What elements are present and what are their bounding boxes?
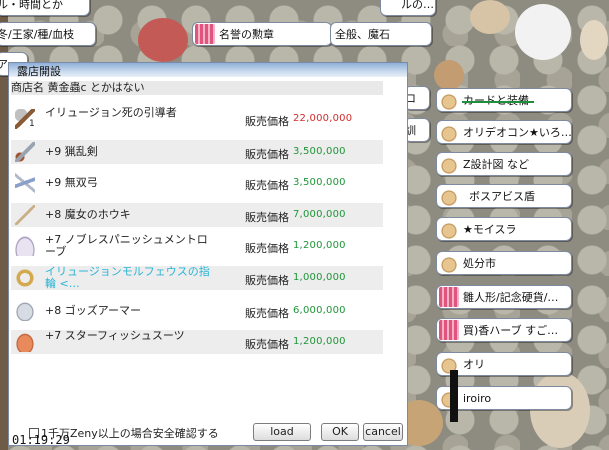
item-price: 6,000,000 <box>293 305 346 316</box>
item-name: +9 無双弓 <box>45 176 98 189</box>
item-price: 22,000,000 <box>293 113 353 124</box>
shop-sign-text: ルの… <box>401 0 434 11</box>
shop-name-label: 商店名 <box>11 81 44 94</box>
book-icon <box>195 24 215 44</box>
shop-sign-text: Z設計図 など <box>463 158 530 171</box>
shop-sign[interactable]: Z設計図 など <box>436 152 572 176</box>
player-character[interactable] <box>515 4 571 60</box>
window-title: 露店開設 <box>17 65 61 78</box>
vending-window: 露店開設 商店名 黄金蟲c とかはない 1 イリュージョン死の引導者 販売価格 … <box>8 62 408 446</box>
shop-sign[interactable]: ボスアビス盾 <box>436 184 572 208</box>
shop-sign[interactable]: 全般、魔石 <box>330 22 432 46</box>
cancel-button[interactable]: cancel <box>363 423 403 441</box>
mouse-cursor-icon <box>262 365 269 393</box>
book-icon <box>439 287 459 307</box>
price-label: 販売価格 <box>245 242 289 255</box>
shop-name-value: 黄金蟲c とかはない <box>47 81 145 94</box>
shop-sign-text: ル・時間とか <box>0 0 63 11</box>
money-bag-icon <box>439 186 459 206</box>
price-label: 販売価格 <box>245 148 289 161</box>
vending-item-row[interactable]: +8 魔女のホウキ 販売価格 7,000,000 <box>11 203 383 227</box>
item-price: 1,200,000 <box>293 336 346 347</box>
item-name: +8 ゴッズアーマー <box>45 304 142 317</box>
item-price: 3,500,000 <box>293 146 346 157</box>
shop-sign-text: 処分市 <box>463 257 496 270</box>
book-icon <box>439 320 459 340</box>
item-name: +7 ノブレスパニッシュメントローブ <box>45 233 208 258</box>
item-name: イリュージョンモルフェウスの指輪 <… <box>45 265 210 290</box>
price-label: 販売価格 <box>245 115 289 128</box>
player-character[interactable] <box>580 20 608 60</box>
ok-button[interactable]: OK <box>321 423 359 441</box>
item-name: +7 スターフィッシュスーツ <box>45 329 185 342</box>
shop-sign[interactable]: オリデオコン★いろ… <box>436 120 572 144</box>
broom-icon <box>15 205 35 225</box>
shop-sign-text: 冬/王家/種/血枝 <box>0 28 75 41</box>
vending-item-row[interactable]: +9 猟乱剣 販売価格 3,500,000 <box>11 140 383 164</box>
robe-icon <box>15 236 35 256</box>
shop-sign[interactable]: カードと装備 <box>436 88 572 112</box>
sign-underline <box>462 101 534 103</box>
price-label: 販売価格 <box>245 211 289 224</box>
ring-icon <box>15 268 35 288</box>
shop-sign[interactable]: ★モイスラ <box>436 217 572 241</box>
item-price: 3,500,000 <box>293 177 346 188</box>
vending-item-row[interactable]: +8 ゴッズアーマー 販売価格 6,000,000 <box>11 299 383 323</box>
shop-sign-text: オリデオコン★いろ… <box>463 126 571 139</box>
vending-item-row[interactable]: 1 イリュージョン死の引導者 販売価格 22,000,000 <box>11 107 383 131</box>
vending-item-row[interactable]: +9 無双弓 販売価格 3,500,000 <box>11 171 383 195</box>
shop-sign[interactable]: 買)香ハーブ すご… <box>436 318 572 342</box>
vending-item-row[interactable]: +7 スターフィッシュスーツ 販売価格 1,200,000 <box>11 330 383 354</box>
shop-sign-text: カードと装備 <box>463 92 529 108</box>
item-quantity: 1 <box>29 119 35 129</box>
bow-icon <box>15 173 35 193</box>
load-button[interactable]: load <box>253 423 311 441</box>
scrollbar[interactable] <box>450 370 458 422</box>
shop-sign[interactable]: ル・時間とか <box>0 0 90 16</box>
money-bag-icon <box>439 253 459 273</box>
window-titlebar[interactable]: 露店開設 <box>9 63 407 78</box>
price-label: 販売価格 <box>245 307 289 320</box>
suit-icon <box>15 332 35 352</box>
item-name: イリュージョン死の引導者 <box>45 106 177 119</box>
price-label: 販売価格 <box>245 179 289 192</box>
shop-sign-text: ボスアビス盾 <box>469 190 535 203</box>
money-bag-icon <box>439 122 459 142</box>
shop-sign-text: 全般、魔石 <box>335 28 390 41</box>
item-name: +9 猟乱剣 <box>45 145 98 158</box>
shop-name-field[interactable]: 商店名 黄金蟲c とかはない <box>11 81 383 95</box>
shop-sign-text: オリ <box>463 358 485 371</box>
player-character[interactable] <box>138 18 188 62</box>
shop-sign[interactable]: 処分市 <box>436 251 572 275</box>
shop-sign-text: 名誉の勲章 <box>219 28 274 41</box>
shop-sign[interactable]: ルの… <box>380 0 436 16</box>
money-bag-icon <box>439 154 459 174</box>
shop-sign[interactable]: 雛人形/記念硬貨/… <box>436 285 572 309</box>
shop-sign-text: ★モイスラ <box>463 223 517 236</box>
player-character[interactable] <box>470 0 510 34</box>
item-price: 7,000,000 <box>293 209 346 220</box>
item-price: 1,000,000 <box>293 272 346 283</box>
shop-sign-text: 買)香ハーブ すご… <box>463 324 559 337</box>
sword-icon <box>15 142 35 162</box>
item-price: 1,200,000 <box>293 240 346 251</box>
money-bag-icon <box>439 90 459 110</box>
vending-item-row[interactable]: イリュージョンモルフェウスの指輪 <… 販売価格 1,000,000 <box>11 266 383 290</box>
shop-sign[interactable]: 名誉の勲章 <box>192 22 332 46</box>
game-clock: 01:19:29 <box>12 433 70 447</box>
money-bag-icon <box>439 219 459 239</box>
armor-icon <box>15 301 35 321</box>
shop-sign-text: iroiro <box>463 391 492 405</box>
player-character[interactable] <box>530 372 590 448</box>
price-label: 販売価格 <box>245 274 289 287</box>
shop-sign[interactable]: 冬/王家/種/血枝 <box>0 22 96 46</box>
shop-sign-text: 雛人形/記念硬貨/… <box>463 291 559 304</box>
price-label: 販売価格 <box>245 338 289 351</box>
player-character[interactable] <box>434 60 464 90</box>
item-name: +8 魔女のホウキ <box>45 208 131 221</box>
vending-item-row[interactable]: +7 ノブレスパニッシュメントローブ 販売価格 1,200,000 <box>11 234 383 258</box>
shop-sign-text: ア <box>0 58 8 71</box>
